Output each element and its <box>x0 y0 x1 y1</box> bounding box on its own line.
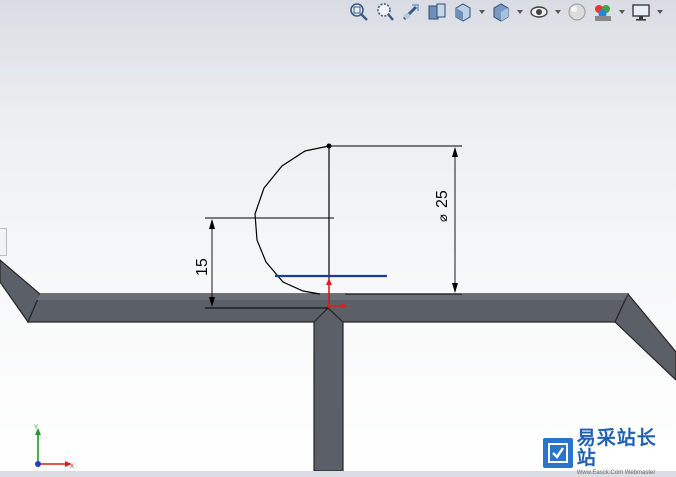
display-style-button[interactable] <box>490 1 512 23</box>
graphics-viewport[interactable]: ⌀ 25 15 <box>0 0 676 471</box>
hide-show-items-icon <box>530 6 548 18</box>
height-dimension-text[interactable]: 15 <box>194 258 211 276</box>
edit-appearance-button[interactable] <box>566 1 588 23</box>
edit-appearance-icon <box>568 3 586 21</box>
chevron-down-icon[interactable] <box>516 1 524 23</box>
diameter-dimension-text[interactable]: ⌀ 25 <box>434 190 451 222</box>
watermark-subtitle: Www.Easck.Com Webmaster <box>576 470 656 476</box>
svg-text:25: 25 <box>434 190 451 208</box>
view-settings-icon <box>632 4 650 21</box>
zoom-to-area-icon <box>377 3 394 21</box>
watermark-logo-icon <box>543 438 573 468</box>
section-view-icon <box>428 3 446 20</box>
previous-view-icon <box>402 4 419 21</box>
tube-right-diagonal[interactable] <box>614 292 676 381</box>
view-orientation-button[interactable] <box>452 1 474 23</box>
svg-text:15: 15 <box>194 258 211 276</box>
apply-scene-button[interactable] <box>592 1 614 23</box>
hide-show-items-button[interactable] <box>528 1 550 23</box>
previous-view-button[interactable] <box>400 1 422 23</box>
zoom-to-fit-icon <box>350 3 368 21</box>
feature-manager-toggle-tab[interactable] <box>0 228 7 256</box>
triad-y-label: Y <box>34 425 38 431</box>
section-view-button[interactable] <box>426 1 448 23</box>
display-style-icon <box>493 3 509 22</box>
chevron-down-icon[interactable] <box>618 1 626 23</box>
watermark: 易采站长站 Www.Easck.Com Webmaster <box>540 429 676 476</box>
apply-scene-icon <box>595 5 611 21</box>
view-orientation-icon <box>455 3 471 22</box>
watermark-title: 易采站长站 <box>576 428 657 469</box>
chevron-down-icon[interactable] <box>656 1 664 23</box>
reference-triad[interactable]: Y X <box>28 422 76 470</box>
svg-text:⌀: ⌀ <box>436 214 451 222</box>
sketch-profile-arc[interactable] <box>254 145 330 295</box>
tube-vertical[interactable] <box>313 307 344 471</box>
heads-up-view-toolbar <box>348 0 664 24</box>
chevron-down-icon[interactable] <box>554 1 562 23</box>
zoom-to-fit-button[interactable] <box>348 1 370 23</box>
view-settings-button[interactable] <box>630 1 652 23</box>
chevron-down-icon[interactable] <box>478 1 486 23</box>
triad-x-label: X <box>70 464 74 470</box>
sketch-geometry[interactable] <box>254 145 330 308</box>
zoom-to-area-button[interactable] <box>374 1 396 23</box>
